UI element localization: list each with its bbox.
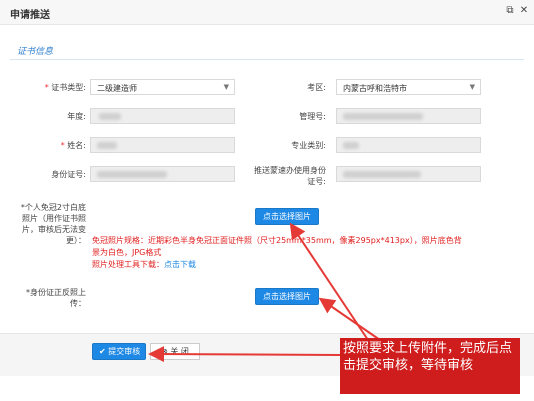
region-value: 内蒙古呼和浩特市 [343,84,407,93]
region-select[interactable]: 内蒙古呼和浩特市 ▼ [336,79,481,95]
photo-spec-text: 免冠照片规格：近期彩色半身免冠正面证件照（尺寸25mm*35mm，像素295px… [92,236,462,257]
redacted-value [97,171,167,178]
mgmt-no-label: 管理号: [299,112,326,121]
year-label: 年度: [67,112,86,121]
redacted-value [343,113,423,120]
select-photo-button[interactable]: 点击选择图片 [255,208,319,225]
chevron-down-icon: ▼ [223,83,229,91]
cert-type-value: 二级建造师 [97,84,137,93]
dialog-title: 申请推送 [10,10,50,21]
id-no-field [90,166,235,182]
close-circle-icon: ⊗ [161,347,168,356]
id-no-label: 身份证号: [51,170,86,179]
major-label: 专业类别: [291,141,326,150]
check-icon: ✔ [99,347,106,356]
redacted-value [343,171,421,178]
close-button[interactable]: ⊗ 关 闭 [150,343,200,360]
push-id-label: 推送蒙速办使用身份证号: [254,166,326,186]
photo-requirements-note: 免冠照片规格：近期彩色半身免冠正面证件照（尺寸25mm*35mm，像素295px… [92,235,462,271]
redacted-value [97,142,117,149]
close-icon[interactable]: ✕ [518,5,530,17]
region-label: 考区: [307,83,326,92]
major-field [336,137,481,153]
dialog-titlebar: 申请推送 ⧉ ✕ [0,0,534,25]
download-link[interactable]: 点击下载 [164,260,196,269]
photo-upload-label: *个人免冠2寸白底照片（用作证书照片，审核后无法变更）： [20,203,86,245]
tool-download-line: 照片处理工具下载：点击下载 [92,260,196,269]
annotation-callout: 按照要求上传附件，完成后点击提交审核，等待审核 [343,341,513,373]
cert-type-select[interactable]: 二级建造师 ▼ [90,79,235,95]
cert-type-label: * 证书类型: [44,83,86,92]
select-idcard-button[interactable]: 点击选择图片 [255,288,319,305]
chevron-down-icon: ▼ [469,83,475,91]
restore-window-icon[interactable]: ⧉ [504,5,516,17]
redacted-value [343,142,359,149]
name-label: * 姓名: [60,141,86,150]
name-field [90,137,235,153]
push-id-field [336,166,481,182]
redacted-value [99,113,121,120]
mgmt-no-field [336,108,481,124]
idcard-upload-label: *身份证正反照上传： [26,288,86,308]
submit-review-button[interactable]: ✔ 提交审核 [92,343,146,360]
section-title: 证书信息 [17,47,54,57]
year-field [90,108,235,124]
section-divider [10,59,524,60]
